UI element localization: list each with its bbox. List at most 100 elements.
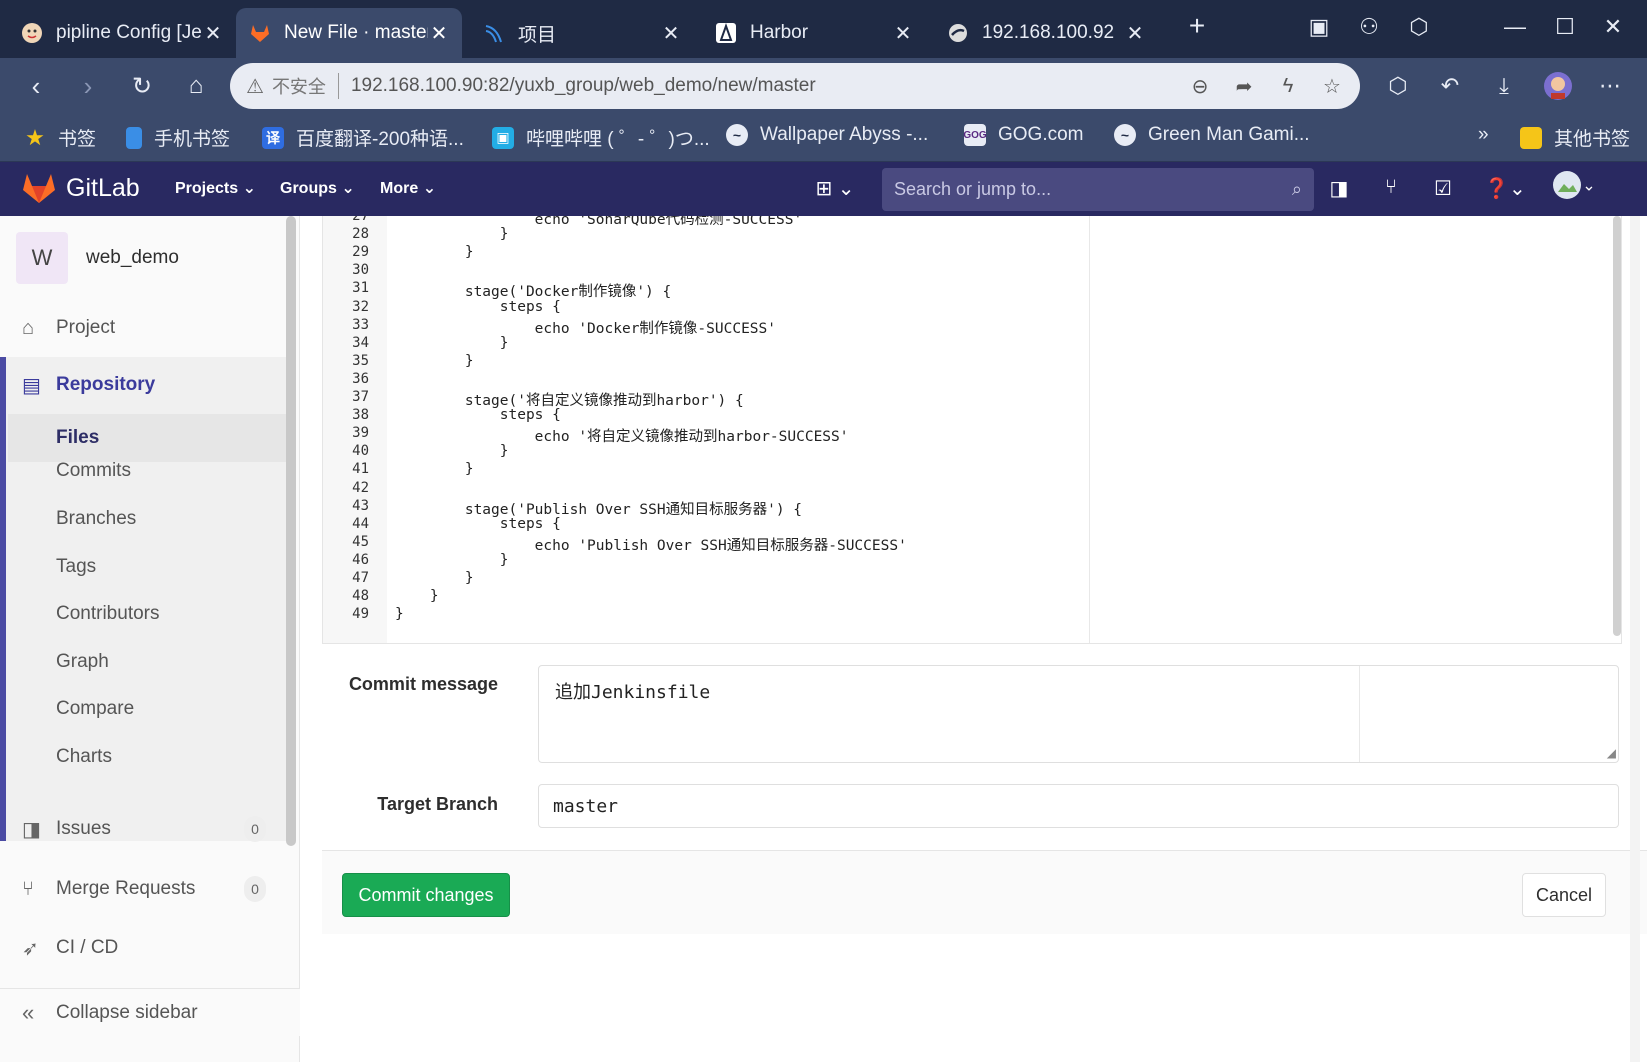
minimize-icon[interactable]: — — [1500, 14, 1530, 40]
line-number: 35 — [352, 352, 369, 369]
sidebar-project-header[interactable]: W web_demo — [16, 232, 179, 284]
nav-more[interactable]: More ⌄ — [380, 178, 436, 198]
browser-tab-ip[interactable]: 192.168.100.92 ✕ — [934, 8, 1158, 58]
resize-grip-icon[interactable]: ◢ — [1607, 746, 1616, 760]
reload-icon[interactable]: ↻ — [124, 68, 160, 104]
bookmark-item[interactable]: ★ 书签 — [24, 124, 96, 151]
address-bar[interactable]: ⚠ 不安全 192.168.100.90:82/yuxb_group/web_d… — [230, 63, 1360, 109]
sidebar-item-compare[interactable]: Compare — [8, 697, 286, 721]
incognito-icon[interactable]: ⚇ — [1354, 14, 1384, 40]
code-line: } — [395, 334, 509, 351]
issues-icon[interactable]: ◨ — [1324, 176, 1354, 201]
bookmark-label: 手机书签 — [154, 129, 231, 150]
bookmark-item[interactable]: GOG GOG.com — [963, 124, 1084, 146]
bookmark-item[interactable]: ~ Green Man Gami... — [1114, 124, 1310, 146]
close-icon[interactable]: ✕ — [428, 21, 450, 46]
sidebar-item-commits[interactable]: Commits — [8, 459, 286, 483]
maximize-icon[interactable]: ☐ — [1550, 14, 1580, 40]
close-icon[interactable]: ✕ — [660, 21, 682, 46]
bookmark-label: 百度翻译-200种语... — [296, 129, 464, 150]
browser-tab-harbor[interactable]: Harbor ✕ — [702, 8, 926, 58]
line-number-gutter: 27 28 29 30 31 32 33 34 35 36 37 38 39 40 41 42 43 44 45 46… — [323, 216, 387, 643]
sidebar-item-graph[interactable]: Graph — [8, 650, 286, 674]
gog-icon: GOG — [963, 124, 987, 146]
nav-groups[interactable]: Groups ⌄ — [280, 178, 355, 198]
commit-message-field[interactable]: 追加Jenkinsfile ◢ — [538, 665, 1619, 763]
menu-icon[interactable]: ⋯ — [1592, 68, 1628, 104]
todo-icon[interactable]: ☑ — [1428, 176, 1458, 201]
sidebar-item-files[interactable]: Files — [8, 414, 286, 462]
sidebar-item-issues[interactable]: ◨ Issues 0 — [0, 809, 286, 849]
translate-icon: 译 — [262, 126, 284, 149]
sidebar-item-tags[interactable]: Tags — [8, 555, 286, 579]
sidebar-item-contributors[interactable]: Contributors — [8, 602, 286, 626]
new-tab-icon[interactable]: + — [1182, 10, 1212, 42]
line-number: 41 — [352, 461, 369, 478]
browser-tab-jenkins[interactable]: pipline Config [Je ✕ — [8, 8, 236, 58]
browser-tab-bar: pipline Config [Je ✕ New File · master ✕… — [0, 0, 1647, 58]
commit-changes-button[interactable]: Commit changes — [342, 873, 510, 917]
line-number: 46 — [352, 551, 369, 568]
forward-icon[interactable]: › — [70, 68, 106, 104]
share-icon[interactable]: ➦ — [1228, 74, 1260, 99]
chevron-down-icon: ⌄ — [242, 180, 256, 197]
search-icon[interactable]: ⌕ — [1292, 179, 1302, 200]
sidebar-item-project[interactable]: ⌂ Project — [0, 306, 286, 350]
zoom-icon[interactable]: ⊖ — [1184, 74, 1216, 99]
new-item-icon[interactable]: ⊞ ⌄ — [810, 176, 860, 201]
download-icon[interactable]: ⤓ — [1486, 68, 1522, 104]
gitlab-logo[interactable]: GitLab — [22, 172, 140, 204]
mr-count-badge: 0 — [244, 876, 266, 902]
cancel-button[interactable]: Cancel — [1522, 873, 1606, 917]
sidebar-item-charts[interactable]: Charts — [8, 745, 286, 769]
code-line: } — [395, 352, 474, 369]
close-icon[interactable]: ✕ — [202, 21, 224, 46]
search-box[interactable]: ⌕ — [882, 168, 1314, 211]
sidebar-item-merge-requests[interactable]: ⑂ Merge Requests 0 — [0, 869, 286, 909]
editor-scrollbar[interactable] — [1613, 216, 1621, 636]
help-icon[interactable]: ❓⌄ — [1480, 176, 1530, 201]
merge-request-icon: ⑂ — [22, 877, 34, 900]
user-avatar[interactable]: ⌄ — [1546, 170, 1602, 200]
close-icon[interactable]: ✕ — [1124, 21, 1146, 46]
code-line: } — [395, 226, 509, 243]
sidebar-item-repository[interactable]: ▤ Repository — [0, 361, 286, 409]
bookmark-item[interactable]: 手机书签 — [126, 124, 230, 151]
url-text[interactable]: 192.168.100.90:82/yuxb_group/web_demo/ne… — [351, 75, 1184, 97]
globe-icon: ~ — [1114, 124, 1136, 146]
page-scrollbar[interactable] — [1630, 216, 1640, 1062]
bookmark-item[interactable]: 译 百度翻译-200种语... — [262, 124, 464, 151]
bookmark-item[interactable]: ~ Wallpaper Abyss -... — [726, 124, 928, 146]
bookmark-star-icon[interactable]: ☆ — [1316, 74, 1348, 99]
browser-tab-project[interactable]: 项目 ✕ — [470, 8, 694, 58]
extensions-icon[interactable]: ⬡ — [1380, 68, 1416, 104]
close-window-icon[interactable]: ✕ — [1598, 14, 1628, 40]
sidebar-item-ci-cd[interactable]: ➶ CI / CD — [0, 928, 286, 968]
code-line: steps { — [395, 298, 561, 315]
tab-search-icon[interactable]: ▣ — [1304, 14, 1334, 40]
print-margin — [1089, 216, 1090, 643]
line-number: 30 — [352, 262, 369, 279]
extension-icon[interactable]: ⬡ — [1404, 14, 1434, 40]
bookmarks-overflow-icon[interactable]: » — [1478, 124, 1489, 146]
home-icon[interactable]: ⌂ — [178, 68, 214, 104]
profile-avatar-icon[interactable] — [1540, 68, 1576, 104]
bookmark-item[interactable]: 其他书签 — [1520, 124, 1630, 151]
target-branch-input[interactable]: master — [538, 784, 1619, 828]
lightning-icon[interactable]: ϟ — [1272, 75, 1304, 98]
code-editor[interactable]: 27 28 29 30 31 32 33 34 35 36 37 38 39 40 41 42 43 44 45 46… — [322, 216, 1622, 644]
line-number: 48 — [352, 588, 369, 605]
sidebar-scrollbar[interactable] — [286, 216, 296, 846]
bookmark-item[interactable]: ▣ 哔哩哔哩 ( ゜- ゜)つ... — [492, 124, 710, 151]
bookmark-label: GOG.com — [998, 124, 1084, 145]
search-input[interactable] — [894, 179, 1292, 200]
nav-projects[interactable]: Projects ⌄ — [175, 178, 256, 198]
issues-icon: ◨ — [22, 818, 41, 841]
browser-tab-gitlab[interactable]: New File · master ✕ — [236, 8, 462, 58]
back-icon[interactable]: ‹ — [18, 68, 54, 104]
undo-icon[interactable]: ↶ — [1432, 68, 1468, 104]
sidebar-item-branches[interactable]: Branches — [8, 507, 286, 531]
close-icon[interactable]: ✕ — [892, 21, 914, 46]
merge-request-icon[interactable]: ⑂ — [1376, 176, 1406, 199]
collapse-sidebar-button[interactable]: « Collapse sidebar — [0, 988, 300, 1036]
